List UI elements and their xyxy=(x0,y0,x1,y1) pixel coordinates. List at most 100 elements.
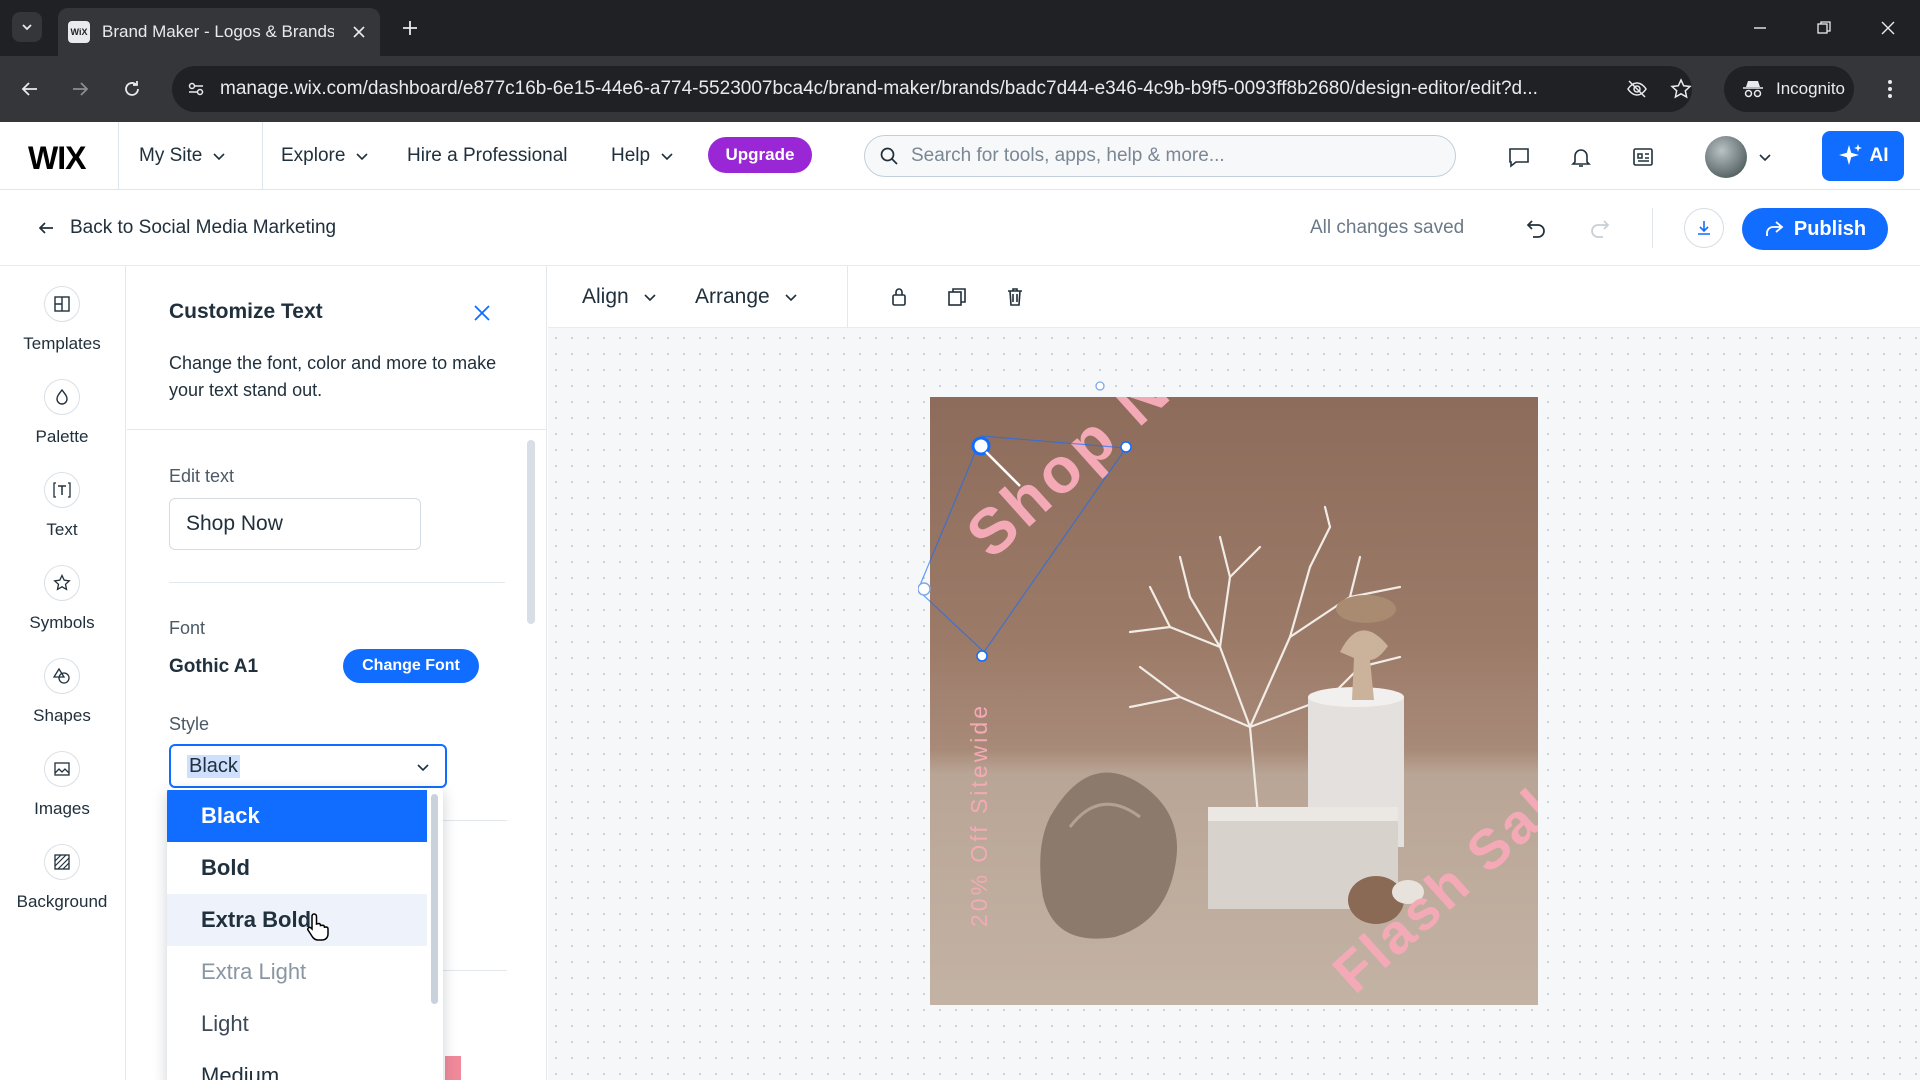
upgrade-button[interactable]: Upgrade xyxy=(708,137,812,173)
style-option-bold[interactable]: Bold xyxy=(167,842,427,894)
search-icon xyxy=(879,146,899,166)
chevron-down-icon xyxy=(660,149,674,163)
left-tool-rail: Templates Palette Text Symbols Shapes Im… xyxy=(0,266,126,1080)
lock-icon[interactable] xyxy=(884,282,914,312)
browser-tab[interactable]: WiX Brand Maker - Logos & Brands xyxy=(58,8,380,56)
search-input[interactable] xyxy=(911,145,1431,167)
edit-text-input[interactable] xyxy=(169,498,421,550)
divider xyxy=(127,429,546,430)
style-option-black[interactable]: Black xyxy=(167,790,427,842)
close-window-icon[interactable] xyxy=(1868,10,1908,46)
style-option-extra-light[interactable]: Extra Light xyxy=(167,946,427,998)
back-arrow-icon[interactable] xyxy=(12,71,48,107)
search-bar[interactable] xyxy=(864,135,1456,177)
dropdown-scrollbar[interactable] xyxy=(431,794,438,1004)
explore-menu[interactable]: Explore xyxy=(281,122,369,190)
tab-search-button[interactable] xyxy=(12,12,42,42)
chat-icon[interactable] xyxy=(1504,142,1534,172)
restore-icon[interactable] xyxy=(1804,10,1844,46)
rail-label-shapes: Shapes xyxy=(33,706,91,725)
arrange-menu[interactable]: Arrange xyxy=(695,266,798,328)
rail-item-symbols[interactable]: Symbols xyxy=(0,565,124,657)
download-icon xyxy=(1695,219,1713,237)
publish-button[interactable]: Publish xyxy=(1742,208,1888,250)
close-icon[interactable] xyxy=(467,298,497,328)
divider xyxy=(169,582,505,583)
pointer-hand-icon xyxy=(306,913,329,941)
incognito-badge[interactable]: Incognito xyxy=(1724,66,1854,112)
rail-item-background[interactable]: Background xyxy=(0,844,124,936)
my-site-label: My Site xyxy=(139,145,203,166)
forward-arrow-icon[interactable] xyxy=(62,71,98,107)
rail-label-templates: Templates xyxy=(23,334,101,353)
tab-close-icon[interactable] xyxy=(348,21,370,43)
back-to-social-media-link[interactable]: Back to Social Media Marketing xyxy=(36,190,336,266)
arrange-label: Arrange xyxy=(695,285,770,308)
font-name: Gothic A1 xyxy=(169,656,259,677)
change-font-button[interactable]: Change Font xyxy=(343,649,479,683)
undo-icon[interactable] xyxy=(1518,210,1554,246)
background-icon xyxy=(44,844,80,880)
eye-off-icon[interactable] xyxy=(1626,78,1648,100)
palette-icon xyxy=(44,379,80,415)
style-option-extra-bold[interactable]: Extra Bold xyxy=(167,894,427,946)
divider xyxy=(118,122,119,190)
my-site-menu[interactable]: My Site xyxy=(139,122,226,190)
rail-label-background: Background xyxy=(16,892,108,911)
style-option-medium[interactable]: Medium xyxy=(167,1050,427,1080)
download-button[interactable] xyxy=(1684,208,1724,248)
divider xyxy=(262,122,263,190)
text-color-swatch[interactable] xyxy=(445,1056,461,1080)
hire-label: Hire a Professional xyxy=(407,145,568,166)
address-bar[interactable]: manage.wix.com/dashboard/e877c16b-6e15-4… xyxy=(172,66,1692,112)
templates-icon xyxy=(44,286,80,322)
style-option-light[interactable]: Light xyxy=(167,998,427,1050)
chevron-down-icon[interactable] xyxy=(1750,142,1780,172)
browser-tab-strip: WiX Brand Maker - Logos & Brands xyxy=(0,0,1920,56)
rail-label-palette: Palette xyxy=(35,427,89,446)
hire-professional-link[interactable]: Hire a Professional xyxy=(407,122,568,190)
browser-toolbar: manage.wix.com/dashboard/e877c16b-6e15-4… xyxy=(0,56,1920,122)
site-settings-icon[interactable] xyxy=(186,79,206,99)
chevron-down-icon xyxy=(20,20,34,34)
tab-title: Brand Maker - Logos & Brands xyxy=(102,22,334,41)
star-icon xyxy=(44,565,80,601)
browser-menu-icon[interactable] xyxy=(1872,71,1908,107)
url-text: manage.wix.com/dashboard/e877c16b-6e15-4… xyxy=(220,78,1538,99)
shapes-icon xyxy=(44,658,80,694)
rail-item-palette[interactable]: Palette xyxy=(0,379,124,471)
chevron-down-icon xyxy=(415,759,431,775)
canvas-toolbar: Align Arrange xyxy=(548,266,1920,328)
avatar[interactable] xyxy=(1705,136,1747,178)
bookmark-star-icon[interactable] xyxy=(1670,78,1692,100)
minimize-icon[interactable] xyxy=(1740,10,1780,46)
chevron-down-icon xyxy=(355,149,369,163)
incognito-icon xyxy=(1742,79,1764,99)
rail-item-shapes[interactable]: Shapes xyxy=(0,658,124,750)
subline-text-discount[interactable]: 20% Off Sitewide xyxy=(966,703,993,927)
rail-item-templates[interactable]: Templates xyxy=(0,286,124,378)
style-select[interactable]: Black xyxy=(169,744,447,788)
wix-top-bar: WIX My Site Explore Hire a Professional … xyxy=(0,122,1920,190)
rail-item-images[interactable]: Images xyxy=(0,751,124,843)
align-label: Align xyxy=(582,285,629,308)
save-status: All changes saved xyxy=(1310,217,1465,238)
trash-icon[interactable] xyxy=(1000,282,1030,312)
design-artboard[interactable]: Shop Now 20% Off Sitewide Flash Sale xyxy=(930,397,1538,1005)
rail-label-text: Text xyxy=(46,520,78,539)
chevron-down-icon xyxy=(643,290,657,304)
wix-logo[interactable]: WIX xyxy=(28,140,86,177)
help-menu[interactable]: Help xyxy=(611,122,674,190)
panel-scrollbar[interactable] xyxy=(527,440,535,624)
duplicate-icon[interactable] xyxy=(942,282,972,312)
ai-assistant-button[interactable]: AI xyxy=(1822,131,1904,181)
align-menu[interactable]: Align xyxy=(582,266,657,328)
rail-item-text[interactable]: Text xyxy=(0,472,124,564)
text-icon xyxy=(44,472,80,508)
arrow-left-icon xyxy=(36,218,56,238)
news-icon[interactable] xyxy=(1628,142,1658,172)
new-tab-icon[interactable] xyxy=(396,14,424,42)
redo-icon[interactable] xyxy=(1582,210,1618,246)
reload-icon[interactable] xyxy=(114,71,150,107)
bell-icon[interactable] xyxy=(1566,142,1596,172)
